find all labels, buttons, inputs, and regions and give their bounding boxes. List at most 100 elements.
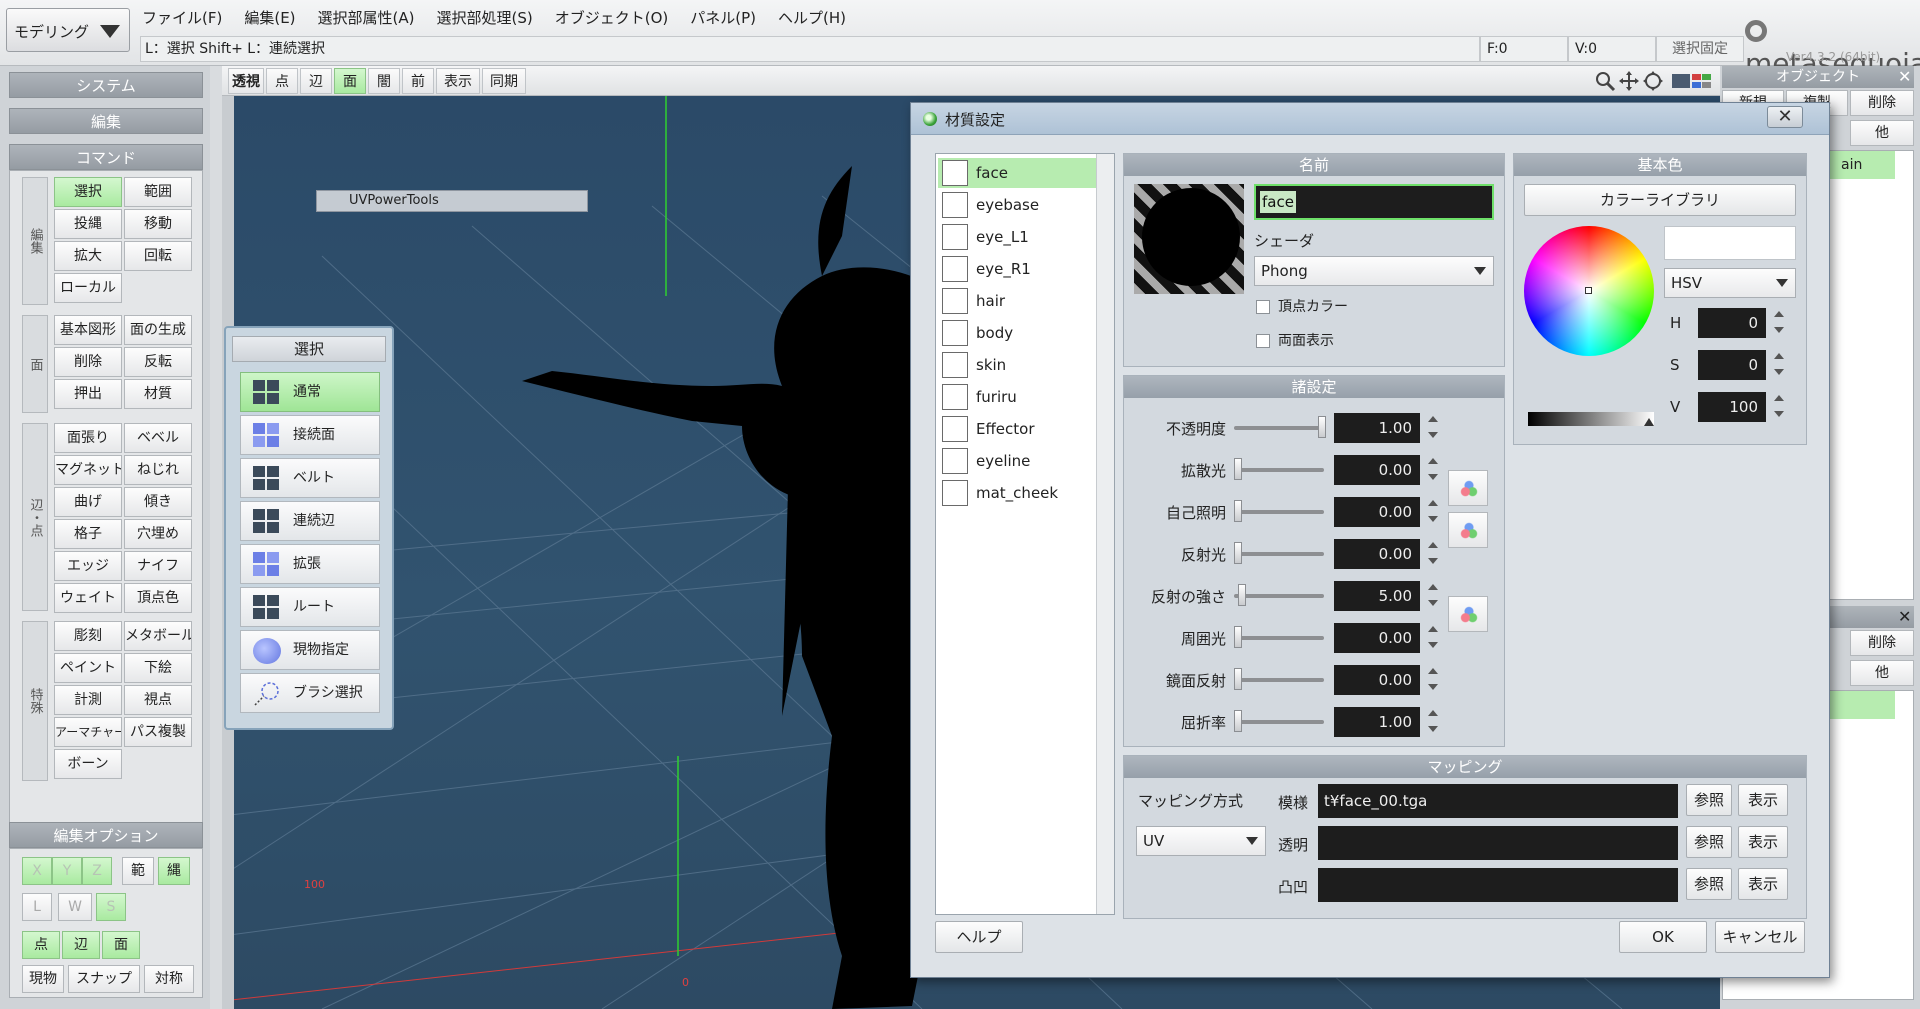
param-value-input[interactable]: 1.00 [1334, 413, 1420, 443]
material-row-eyeline[interactable]: eyeline [938, 446, 1096, 476]
param-slider[interactable] [1234, 416, 1326, 438]
opt-axis-x[interactable]: X [22, 857, 52, 885]
opt-current-object[interactable]: 現物 [22, 965, 64, 993]
param-value-input[interactable]: 0.00 [1334, 497, 1420, 527]
rotate-view-icon[interactable] [1642, 70, 1664, 92]
select-connected-faces[interactable]: 接続面 [240, 415, 380, 455]
param-slider[interactable] [1234, 710, 1324, 732]
param-spinner[interactable] [1424, 580, 1440, 612]
param-slider[interactable] [1234, 626, 1324, 648]
color-library-button[interactable]: カラーライブラリ [1524, 184, 1796, 216]
select-normal[interactable]: 通常 [240, 372, 380, 412]
view-layout-icon[interactable] [1672, 72, 1712, 90]
cmd-face-fill[interactable]: 面張り [54, 423, 122, 453]
uv-power-tools-bar[interactable]: UVPowerTools [316, 190, 588, 212]
slider-knob[interactable] [1234, 458, 1242, 480]
transparent-show-button[interactable]: 表示 [1738, 826, 1788, 858]
cmd-vertex-color[interactable]: 頂点色 [124, 583, 192, 613]
slider-knob[interactable] [1238, 584, 1246, 606]
ambient-color-button[interactable] [1448, 596, 1488, 632]
param-value-input[interactable]: 0.00 [1334, 665, 1420, 695]
value-slider-marker[interactable] [1644, 418, 1654, 426]
material-row-eye-r1[interactable]: eye_R1 [938, 254, 1096, 284]
param-slider[interactable] [1234, 500, 1324, 522]
cmd-range[interactable]: 範囲 [124, 177, 192, 207]
dialog-title-bar[interactable]: 材質設定 [911, 103, 1829, 135]
menu-object[interactable]: オブジェクト(O) [555, 6, 669, 30]
opt-face[interactable]: 面 [102, 931, 140, 959]
opt-snap[interactable]: スナップ [68, 965, 140, 993]
color-mode-select[interactable]: HSV [1664, 268, 1796, 298]
view-vertex-button[interactable]: 点 [266, 68, 298, 94]
view-front-button[interactable]: 前 [402, 68, 434, 94]
select-route[interactable]: ルート [240, 587, 380, 627]
second-delete-button[interactable]: 削除 [1850, 630, 1914, 656]
view-sync-button[interactable]: 同期 [482, 68, 526, 94]
param-spinner[interactable] [1424, 454, 1440, 486]
param-value-input[interactable]: 0.00 [1334, 623, 1420, 653]
menu-selection-attr[interactable]: 選択部属性(A) [318, 6, 415, 30]
v-spinner[interactable] [1770, 391, 1786, 423]
select-expand[interactable]: 拡張 [240, 544, 380, 584]
cmd-create-face[interactable]: 面の生成 [124, 315, 192, 345]
cmd-edge[interactable]: エッジ [54, 551, 122, 581]
param-spinner[interactable] [1424, 622, 1440, 654]
zoom-icon[interactable] [1594, 70, 1616, 92]
double-sided-checkbox[interactable] [1256, 334, 1270, 348]
cmd-rotate[interactable]: 回転 [124, 241, 192, 271]
cmd-path-duplicate[interactable]: パス複製 [124, 717, 192, 747]
edit-options-header[interactable]: 編集オプション [9, 822, 203, 848]
object-other-button[interactable]: 他 [1850, 120, 1914, 146]
slider-knob[interactable] [1234, 542, 1242, 564]
slider-knob[interactable] [1234, 710, 1242, 732]
cmd-measure[interactable]: 計測 [54, 685, 122, 715]
select-edge-loop[interactable]: 連続辺 [240, 501, 380, 541]
cmd-paint[interactable]: ペイント [54, 653, 122, 683]
param-value-input[interactable]: 0.00 [1334, 455, 1420, 485]
slider-knob[interactable] [1318, 416, 1326, 438]
param-spinner[interactable] [1424, 412, 1440, 444]
opt-axis-y[interactable]: Y [52, 857, 82, 885]
param-spinner[interactable] [1424, 706, 1440, 738]
transparent-texture-field[interactable] [1318, 826, 1678, 860]
cmd-lasso[interactable]: 投縄 [54, 209, 122, 239]
opt-range[interactable]: 範 [122, 857, 154, 885]
cmd-primitive[interactable]: 基本図形 [54, 315, 122, 345]
mapping-method-select[interactable]: UV [1136, 826, 1266, 856]
system-panel-header[interactable]: システム [9, 72, 203, 98]
cmd-local[interactable]: ローカル [54, 273, 122, 303]
cmd-metaball[interactable]: メタボール [124, 621, 192, 651]
cmd-delete[interactable]: 削除 [54, 347, 122, 377]
param-spinner[interactable] [1424, 496, 1440, 528]
cmd-scale[interactable]: 拡大 [54, 241, 122, 271]
material-row-mat-cheek[interactable]: mat_cheek [938, 478, 1096, 508]
select-object[interactable]: 現物指定 [240, 630, 380, 670]
dialog-close-button[interactable]: ✕ [1767, 106, 1803, 128]
cmd-viewpoint[interactable]: 視点 [124, 685, 192, 715]
h-value-input[interactable]: 0 [1698, 308, 1766, 338]
select-belt[interactable]: ベルト [240, 458, 380, 498]
color-picker-handle[interactable] [1585, 287, 1592, 294]
menu-file[interactable]: ファイル(F) [142, 6, 222, 30]
select-fix-button[interactable]: 選択固定 [1656, 36, 1744, 62]
cmd-flip[interactable]: 反転 [124, 347, 192, 377]
s-spinner[interactable] [1770, 349, 1786, 381]
cmd-armature[interactable]: アーマチャー [54, 717, 122, 747]
cmd-bone[interactable]: ボーン [54, 749, 122, 779]
material-row-eye-l1[interactable]: eye_L1 [938, 222, 1096, 252]
cmd-knife[interactable]: ナイフ [124, 551, 192, 581]
view-perspective-button[interactable]: 透視 [228, 68, 264, 94]
param-slider[interactable] [1234, 584, 1324, 606]
mode-select[interactable]: モデリング [6, 8, 130, 52]
close-icon[interactable]: ✕ [1898, 606, 1916, 628]
material-list[interactable]: face eyebase eye_L1 eye_R1 hair body ski… [935, 153, 1115, 915]
pattern-texture-field[interactable]: t¥face_00.tga [1318, 784, 1678, 818]
cmd-bevel[interactable]: ベベル [124, 423, 192, 453]
pan-icon[interactable] [1618, 70, 1640, 92]
bump-browse-button[interactable]: 参照 [1686, 868, 1732, 900]
help-button[interactable]: ヘルプ [935, 921, 1023, 953]
command-panel-header[interactable]: コマンド [9, 144, 203, 170]
opt-screen[interactable]: S [96, 893, 126, 921]
param-value-input[interactable]: 5.00 [1334, 581, 1420, 611]
emission-color-button[interactable] [1448, 470, 1488, 506]
